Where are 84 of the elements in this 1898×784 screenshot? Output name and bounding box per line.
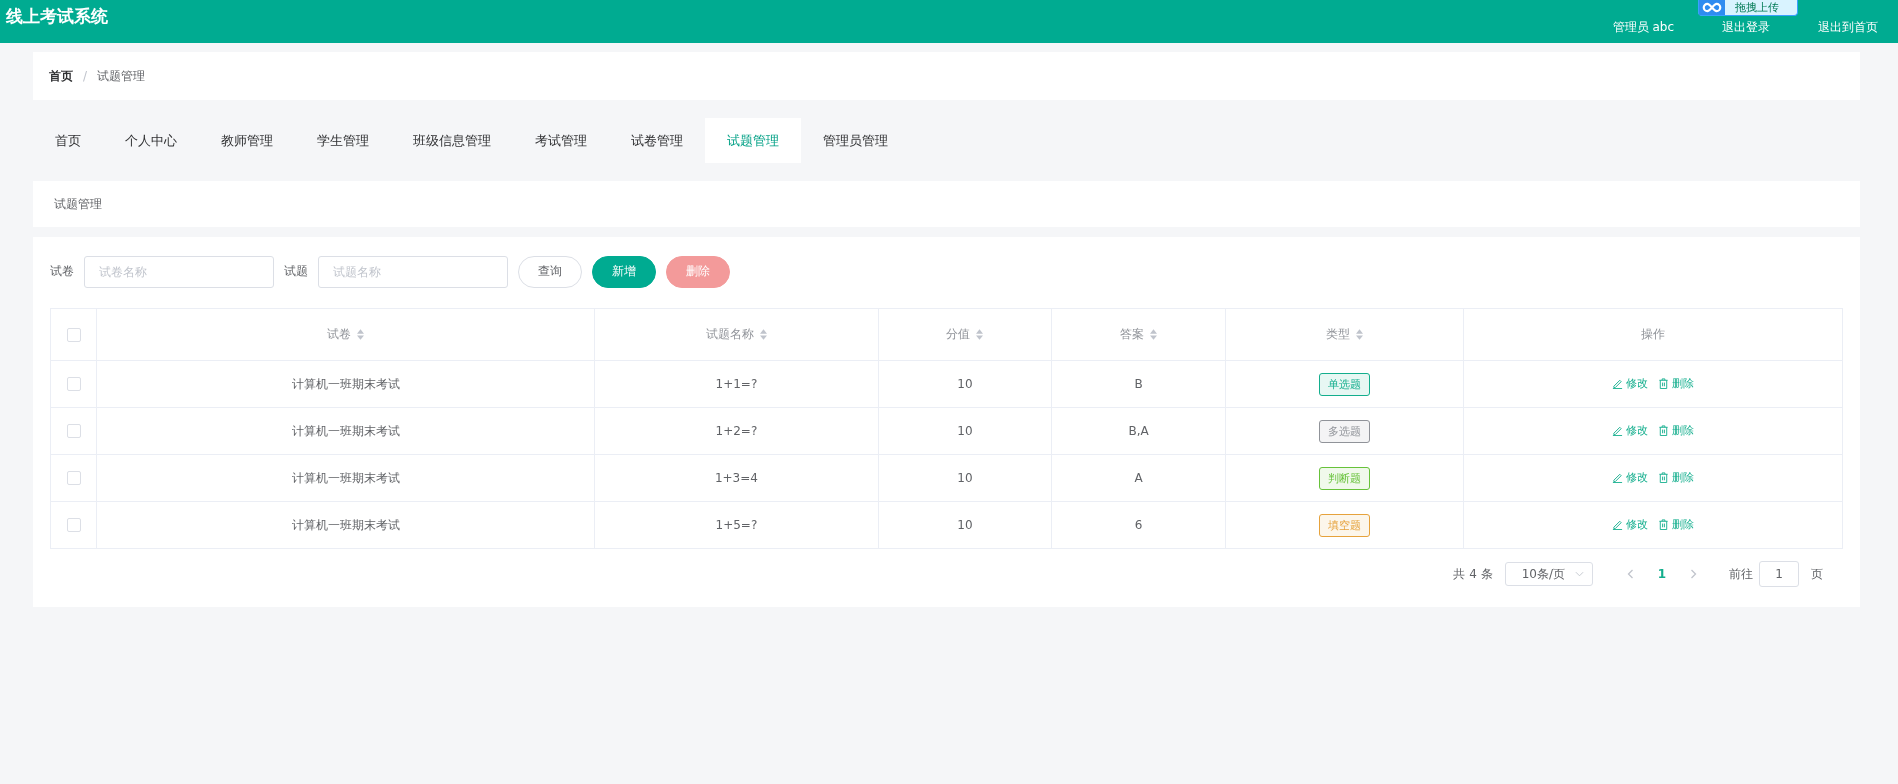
section-title: 试题管理 xyxy=(54,195,102,213)
table-cell: 10 xyxy=(957,471,973,485)
table-cell: 6 xyxy=(1134,518,1143,532)
table-cell: A xyxy=(1134,471,1143,485)
checkbox[interactable] xyxy=(66,471,81,486)
pencil-icon xyxy=(1611,519,1623,530)
nav-tab[interactable]: 学生管理 xyxy=(295,118,391,163)
table-cell: B,A xyxy=(1128,424,1149,438)
delete-link[interactable]: 删除 xyxy=(1657,376,1694,391)
column-header: 试卷 xyxy=(327,326,352,343)
column-header: 试题名称 xyxy=(705,326,754,343)
search-field[interactable]: 试题名称 xyxy=(318,255,508,288)
table-cell: 1+2=? xyxy=(715,424,758,438)
checkbox[interactable] xyxy=(66,424,81,439)
trash-icon xyxy=(1657,378,1669,389)
query-button[interactable]: 查询 xyxy=(518,255,582,288)
nav-tab[interactable]: 班级信息管理 xyxy=(391,118,513,163)
pencil-icon xyxy=(1611,378,1623,389)
page-suffix: 页 xyxy=(1811,565,1823,583)
checkbox[interactable] xyxy=(66,518,81,533)
nav-tab[interactable]: 个人中心 xyxy=(103,118,199,163)
sort-icon[interactable] xyxy=(1355,329,1363,340)
header-link[interactable]: 管理员 abc xyxy=(1612,19,1674,36)
column-header: 操作 xyxy=(1640,326,1665,343)
nav-tab[interactable]: 试卷管理 xyxy=(609,118,705,163)
checkbox[interactable] xyxy=(66,327,81,342)
table-cell: 1+1=? xyxy=(715,377,758,391)
breadcrumb-item[interactable]: 试题管理 xyxy=(97,67,146,85)
column-header: 类型 xyxy=(1325,326,1350,343)
table-cell: B xyxy=(1134,377,1143,391)
delete-link[interactable]: 删除 xyxy=(1657,423,1694,438)
type-tag: 填空题 xyxy=(1318,513,1370,537)
edit-link[interactable]: 修改 xyxy=(1611,376,1648,391)
header-link[interactable]: 退出登录 xyxy=(1722,19,1770,36)
nav-tab[interactable]: 考试管理 xyxy=(513,118,609,163)
table-cell: 10 xyxy=(957,424,973,438)
chevron-down-icon xyxy=(1574,571,1584,577)
sort-icon[interactable] xyxy=(1150,329,1158,340)
upload-widget[interactable]: 拖拽上传 xyxy=(1698,0,1798,16)
breadcrumb-separator: / xyxy=(83,69,88,83)
type-tag: 判断题 xyxy=(1318,466,1370,490)
pencil-icon xyxy=(1611,472,1623,483)
total-count: 共 4 条 xyxy=(1453,565,1493,583)
nav-tab[interactable]: 首页 xyxy=(33,118,103,163)
add-button[interactable]: 新增 xyxy=(592,255,656,288)
table-cell: 计算机一班期末考试 xyxy=(291,376,400,391)
nav-tab[interactable]: 管理员管理 xyxy=(801,118,910,163)
table-cell: 1+3=4 xyxy=(714,471,758,485)
table-cell: 10 xyxy=(957,518,973,532)
app-title: 线上考试系统 xyxy=(6,5,108,28)
checkbox[interactable] xyxy=(66,377,81,392)
column-header: 答案 xyxy=(1120,326,1145,343)
goto-label: 前往 xyxy=(1729,565,1753,583)
page-size-select[interactable]: 10条/页 xyxy=(1504,562,1593,586)
type-tag: 单选题 xyxy=(1318,372,1370,396)
edit-link[interactable]: 修改 xyxy=(1611,470,1648,485)
page-input[interactable]: 1 xyxy=(1759,561,1799,587)
sort-icon[interactable] xyxy=(976,329,984,340)
delete-link[interactable]: 删除 xyxy=(1657,517,1694,532)
table-cell: 计算机一班期末考试 xyxy=(291,470,400,485)
trash-icon xyxy=(1657,519,1669,530)
edit-link[interactable]: 修改 xyxy=(1611,423,1648,438)
table-cell: 计算机一班期末考试 xyxy=(291,517,400,532)
sort-icon[interactable] xyxy=(357,329,365,340)
nav-tab[interactable]: 教师管理 xyxy=(199,118,295,163)
table-cell: 10 xyxy=(957,377,973,391)
sort-icon[interactable] xyxy=(759,329,767,340)
column-header: 分值 xyxy=(946,326,971,343)
trash-icon xyxy=(1657,472,1669,483)
filter-label: 试题 xyxy=(284,263,308,280)
nav-tab[interactable]: 试题管理 xyxy=(705,118,801,163)
trash-icon xyxy=(1657,425,1669,436)
type-tag: 多选题 xyxy=(1318,419,1370,443)
delete-link[interactable]: 删除 xyxy=(1657,470,1694,485)
breadcrumb-item[interactable]: 首页 xyxy=(49,67,73,85)
edit-link[interactable]: 修改 xyxy=(1611,517,1648,532)
filter-label: 试卷 xyxy=(50,263,74,280)
infinity-icon xyxy=(1699,0,1725,15)
table-cell: 1+5=? xyxy=(715,518,758,532)
pencil-icon xyxy=(1611,425,1623,436)
page-number[interactable]: 1 xyxy=(1657,567,1666,581)
header-link[interactable]: 退出到首页 xyxy=(1818,19,1878,36)
search-field[interactable]: 试卷名称 xyxy=(84,255,274,288)
table-cell: 计算机一班期末考试 xyxy=(291,423,400,438)
